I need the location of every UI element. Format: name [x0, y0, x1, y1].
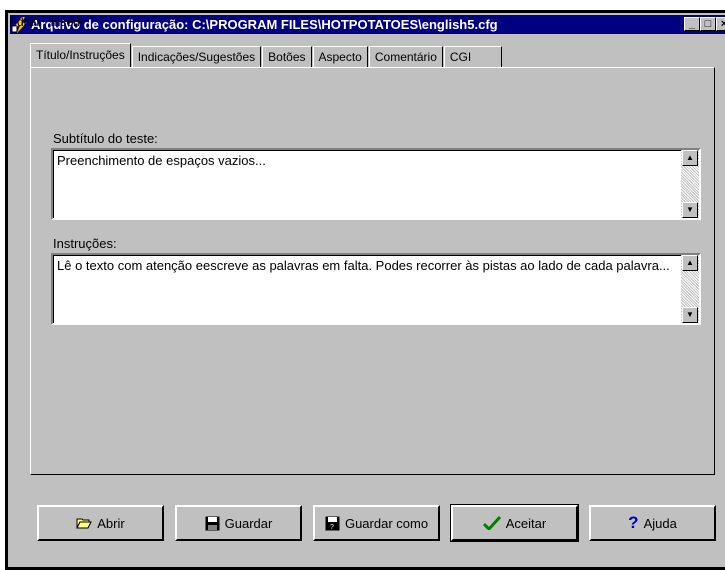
- menu-editar[interactable]: Editar: [6, 13, 43, 31]
- scroll-up-icon[interactable]: ▲: [682, 150, 698, 166]
- subtitle-textarea[interactable]: Preenchimento de espaços vazios... ▲ ▼: [51, 148, 701, 220]
- subtitle-text: Preenchimento de espaços vazios...: [57, 153, 266, 168]
- title-bar[interactable]: Arquivo de configuração: C:\PROGRAM FILE…: [10, 15, 725, 34]
- open-label: Abrir: [97, 515, 125, 531]
- window-title: Arquivo de configuração: C:\PROGRAM FILE…: [31, 17, 498, 32]
- svg-text:?: ?: [330, 524, 334, 531]
- scroll-up-icon[interactable]: ▲: [682, 255, 698, 271]
- subtitle-label: Subtítulo do teste:: [53, 131, 158, 146]
- help-button[interactable]: ? Ajuda: [589, 505, 716, 541]
- accept-label: Aceitar: [505, 515, 547, 531]
- tab-aspecto[interactable]: Aspecto: [312, 46, 368, 67]
- instructions-textarea[interactable]: Lê o texto com atenção eescreve as palav…: [51, 253, 701, 325]
- close-button[interactable]: ×: [716, 17, 725, 31]
- save-as-label: Guardar como: [344, 515, 429, 531]
- tab-titulo-instrucoes[interactable]: Título/Instruções: [30, 43, 131, 67]
- subtitle-scrollbar[interactable]: ▲ ▼: [681, 150, 699, 218]
- tab-botoes[interactable]: Botões: [262, 46, 312, 67]
- tab-strip: Título/Instruções Indicações/Sugestões B…: [30, 43, 503, 67]
- tab-comentario[interactable]: Comentário: [368, 46, 443, 67]
- menu-inserir[interactable]: Inserir: [47, 13, 86, 31]
- instructions-text: Lê o texto com atenção eescreve as palav…: [57, 258, 670, 273]
- scroll-down-icon[interactable]: ▼: [682, 307, 698, 323]
- save-label: Guardar: [224, 515, 273, 531]
- save-as-button[interactable]: ? Guardar como: [313, 505, 440, 541]
- maximize-button[interactable]: □: [700, 17, 716, 31]
- scroll-down-icon[interactable]: ▼: [682, 202, 698, 218]
- help-label: Ajuda: [643, 515, 677, 531]
- checkmark-icon: [482, 516, 501, 530]
- tab-cgi[interactable]: CGI: [443, 46, 503, 67]
- save-button[interactable]: Guardar: [175, 505, 302, 541]
- minimize-button[interactable]: _: [684, 17, 700, 31]
- instructions-label: Instruções:: [53, 236, 117, 251]
- question-icon: ?: [628, 513, 639, 532]
- tab-indicacoes-sugestoes[interactable]: Indicações/Sugestões: [131, 46, 262, 67]
- open-button[interactable]: Abrir: [37, 505, 164, 541]
- folder-open-icon: [76, 517, 93, 529]
- floppy-disk-icon: [205, 516, 220, 531]
- menu-bar: Editar Inserir: [6, 13, 91, 31]
- instructions-scrollbar[interactable]: ▲ ▼: [681, 255, 699, 323]
- accept-button[interactable]: Aceitar: [450, 504, 579, 542]
- floppy-disk-icon: ?: [325, 516, 340, 531]
